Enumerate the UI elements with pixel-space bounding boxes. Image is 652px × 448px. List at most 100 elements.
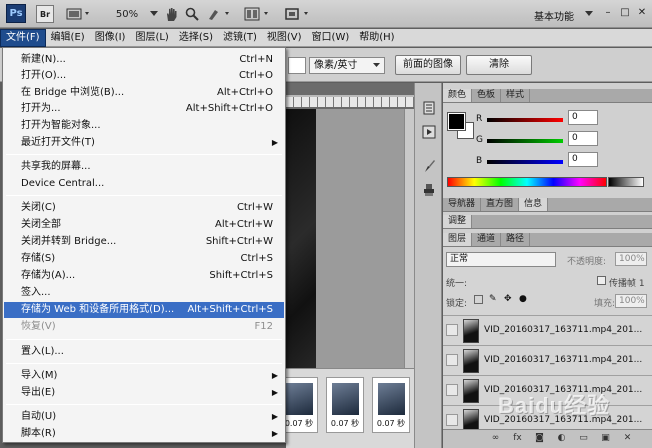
workspace-switcher[interactable]: 基本功能	[534, 8, 574, 23]
grayscale-ramp[interactable]	[608, 177, 644, 187]
blend-mode-select[interactable]: 正常	[446, 252, 556, 267]
red-value-input[interactable]: 0	[568, 110, 598, 125]
file-menu-item-open[interactable]: 打开(O)... Ctrl+O	[4, 68, 284, 84]
menu-filter[interactable]: 滤镜(T)	[218, 29, 262, 47]
menu-layer[interactable]: 图层(L)	[130, 29, 173, 47]
foreground-color-swatch[interactable]	[447, 112, 466, 131]
file-menu-item-scripts[interactable]: 脚本(R) ▶	[4, 426, 284, 442]
file-menu-item-import[interactable]: 导入(M) ▶	[4, 368, 284, 384]
layer-visibility-toggle[interactable]	[446, 324, 458, 336]
close-button[interactable]: ✕	[634, 6, 650, 20]
menu-edit[interactable]: 编辑(E)	[46, 29, 90, 47]
tab-navigator[interactable]: 导航器	[443, 198, 482, 211]
brush-panel-icon[interactable]	[420, 159, 437, 174]
tab-paths[interactable]: 路径	[501, 233, 531, 246]
animation-frame[interactable]: 0.07 秒	[326, 377, 364, 433]
file-menu-item-new[interactable]: 新建(N)... Ctrl+N	[4, 52, 284, 68]
tab-channels[interactable]: 通道	[472, 233, 502, 246]
hand-tool-icon[interactable]	[164, 5, 180, 23]
new-group-icon[interactable]: ▭	[577, 433, 590, 445]
color-spectrum[interactable]	[447, 177, 607, 187]
frame-thumbnail	[378, 383, 405, 415]
file-menu-item-automate[interactable]: 自动(U) ▶	[4, 409, 284, 425]
tab-layers[interactable]: 图层	[443, 233, 473, 246]
tab-histogram[interactable]: 直方图	[481, 198, 520, 211]
blue-value-input[interactable]: 0	[568, 152, 598, 167]
new-layer-icon[interactable]: ▣	[599, 433, 612, 445]
layer-style-icon[interactable]: fx	[511, 433, 524, 445]
minimize-button[interactable]: –	[600, 6, 616, 20]
file-menu-item-close[interactable]: 关闭(C) Ctrl+W	[4, 200, 284, 216]
zoom-level[interactable]: 50%	[105, 5, 149, 23]
file-menu-item-device-central[interactable]: Device Central...	[4, 176, 284, 192]
layer-visibility-toggle[interactable]	[446, 354, 458, 366]
tab-swatches[interactable]: 色板	[472, 89, 502, 102]
clear-button[interactable]: 清除	[466, 55, 532, 75]
clone-source-panel-icon[interactable]	[420, 183, 437, 198]
tab-info[interactable]: 信息	[519, 198, 549, 211]
tab-adjustments[interactable]: 调整	[443, 215, 473, 228]
front-image-button[interactable]: 前面的图像	[395, 55, 461, 75]
unit-select[interactable]: 像素/英寸	[309, 57, 385, 74]
red-slider[interactable]	[487, 118, 563, 122]
rotate-view-icon[interactable]	[205, 5, 233, 23]
menu-select[interactable]: 选择(S)	[174, 29, 218, 47]
file-menu-item-browse-bridge[interactable]: 在 Bridge 中浏览(B)... Alt+Ctrl+O	[4, 85, 284, 101]
opacity-input[interactable]: 100%	[615, 252, 647, 266]
animation-frames: 0.07 秒 0.07 秒 0.07 秒	[280, 368, 414, 448]
bridge-button[interactable]: Br	[36, 5, 54, 23]
file-menu-item-close-go-bridge[interactable]: 关闭并转到 Bridge... Shift+Ctrl+W	[4, 234, 284, 250]
tab-styles[interactable]: 样式	[501, 89, 531, 102]
green-slider[interactable]	[487, 139, 563, 143]
zoom-dropdown-icon[interactable]	[149, 5, 159, 23]
menu-file[interactable]: 文件(F)	[0, 29, 46, 47]
file-menu-item-place[interactable]: 置入(L)...	[4, 344, 284, 360]
zoom-tool-icon[interactable]	[184, 5, 200, 23]
frame-thumbnail	[332, 383, 359, 415]
menu-image[interactable]: 图像(I)	[90, 29, 131, 47]
menu-help[interactable]: 帮助(H)	[354, 29, 399, 47]
screen-mode-icon[interactable]	[283, 5, 313, 23]
file-menu-item-check-in[interactable]: 签入...	[4, 285, 284, 301]
file-menu-item-save[interactable]: 存储(S) Ctrl+S	[4, 251, 284, 267]
view-extras-button[interactable]	[64, 5, 94, 23]
history-panel-icon[interactable]	[420, 101, 437, 116]
submenu-arrow-icon: ▶	[271, 388, 278, 397]
file-menu-item-recent-files[interactable]: 最近打开文件(T) ▶	[4, 135, 284, 151]
frame-delay[interactable]: 0.07 秒	[327, 418, 363, 429]
actions-panel-icon[interactable]	[420, 125, 437, 140]
tab-color[interactable]: 颜色	[443, 89, 473, 102]
file-menu-item-close-all[interactable]: 关闭全部 Alt+Ctrl+W	[4, 217, 284, 233]
file-menu-item-save-as[interactable]: 存储为(A)... Shift+Ctrl+S	[4, 268, 284, 284]
file-menu-item-open-as[interactable]: 打开为... Alt+Shift+Ctrl+O	[4, 101, 284, 117]
arrange-documents-icon[interactable]	[243, 5, 273, 23]
menu-window[interactable]: 窗口(W)	[307, 29, 355, 47]
add-mask-icon[interactable]: ◙	[533, 433, 546, 445]
layer-row[interactable]: VID_20160317_163711.mp4_201...	[443, 315, 652, 345]
lock-position-icon[interactable]: ✥	[504, 294, 512, 304]
blue-slider[interactable]	[487, 160, 563, 164]
workspace-dropdown-icon[interactable]	[584, 5, 594, 23]
propagate-frame-checkbox[interactable]	[597, 276, 606, 285]
layer-visibility-toggle[interactable]	[446, 384, 458, 396]
menu-view[interactable]: 视图(V)	[262, 29, 307, 47]
lock-all-icon[interactable]: ●	[519, 294, 527, 304]
new-adjustment-layer-icon[interactable]: ◐	[555, 433, 568, 445]
frame-delay[interactable]: 0.07 秒	[373, 418, 409, 429]
file-menu-item-save-for-web[interactable]: 存储为 Web 和设备所用格式(D)... Alt+Shift+Ctrl+S	[4, 302, 284, 318]
fill-input[interactable]: 100%	[615, 294, 647, 308]
maximize-button[interactable]: □	[617, 6, 633, 20]
lock-transparency-icon[interactable]	[474, 295, 483, 304]
file-menu-item-open-smart-object[interactable]: 打开为智能对象...	[4, 118, 284, 134]
layer-visibility-eye-icon[interactable]	[446, 414, 458, 426]
file-menu-item-export[interactable]: 导出(E) ▶	[4, 385, 284, 401]
file-menu-item-share-screen[interactable]: 共享我的屏幕...	[4, 159, 284, 175]
delete-layer-icon[interactable]: ✕	[621, 433, 634, 445]
lock-pixels-icon[interactable]: ✎	[489, 294, 497, 304]
layer-row[interactable]: VID_20160317_163711.mp4_201...	[443, 345, 652, 375]
link-layers-icon[interactable]: ∞	[489, 433, 502, 445]
green-value-input[interactable]: 0	[568, 131, 598, 146]
resolution-input[interactable]	[288, 57, 306, 74]
frame-delay[interactable]: 0.07 秒	[281, 418, 317, 429]
animation-frame[interactable]: 0.07 秒	[372, 377, 410, 433]
